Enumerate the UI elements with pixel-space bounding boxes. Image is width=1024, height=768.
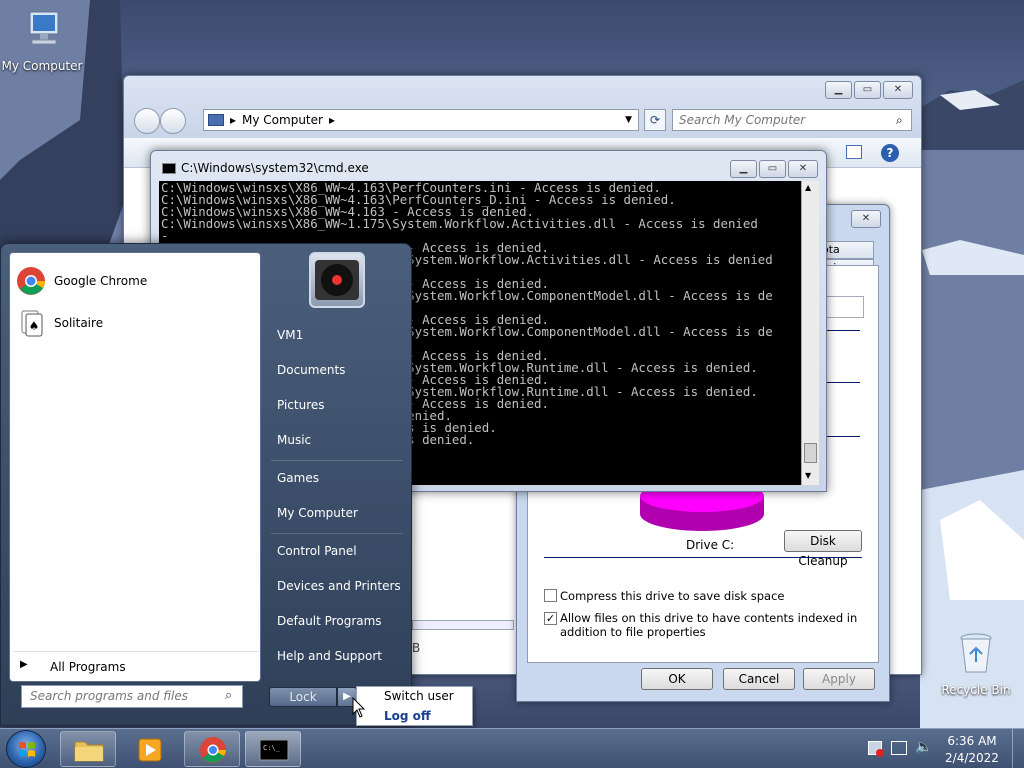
search-icon: ⌕ <box>225 688 233 703</box>
back-button[interactable] <box>134 108 160 134</box>
minimize-button[interactable]: ▁ <box>730 160 757 178</box>
cmd-icon: C:\_ <box>259 739 289 761</box>
refresh-icon[interactable]: ⟳ <box>644 109 666 131</box>
breadcrumb-my-computer[interactable]: My Computer <box>242 113 323 127</box>
clock-date[interactable]: 2/4/2022 <box>942 751 1002 765</box>
start-item-documents[interactable]: Documents <box>277 363 345 377</box>
taskbar: C:\_ 🔈 6:36 AM 2/4/2022 <box>0 728 1024 768</box>
start-item-help-and-support[interactable]: Help and Support <box>277 649 382 663</box>
start-item-pictures[interactable]: Pictures <box>277 398 325 412</box>
media-player-icon <box>138 738 162 762</box>
drive-label: Drive C: <box>686 538 735 552</box>
compress-checkbox[interactable] <box>544 589 557 602</box>
menu-item-switch-user[interactable]: Switch user <box>384 689 454 703</box>
search-icon: ⌕ <box>896 113 903 127</box>
console-line: C:\Windows\winsxs\X86_WW~1.175\System.Wo… <box>161 216 758 231</box>
show-desktop-button[interactable] <box>1012 729 1024 768</box>
user-picture[interactable] <box>309 252 365 308</box>
windows-logo-icon <box>19 742 35 757</box>
breadcrumb-chevron-icon: ▸ <box>230 113 237 127</box>
clock-time[interactable]: 6:36 AM <box>942 734 1002 748</box>
taskbar-cmd[interactable]: C:\_ <box>245 731 301 767</box>
power-submenu: Switch user Log off <box>356 686 473 726</box>
pinned-label: Solitaire <box>54 316 104 330</box>
taskbar-media-player[interactable] <box>121 731 177 767</box>
taskbar-explorer[interactable] <box>60 731 116 767</box>
start-menu: Google Chrome ♠ Solitaire ▶ All Programs… <box>0 243 412 726</box>
solitaire-icon: ♠ <box>21 310 43 337</box>
start-item-games[interactable]: Games <box>277 471 319 485</box>
taskbar-chrome[interactable] <box>184 731 240 767</box>
cmd-icon <box>162 163 176 174</box>
preview-pane-icon[interactable] <box>846 145 862 159</box>
recycle-bin-icon <box>960 633 992 673</box>
start-item-default-programs[interactable]: Default Programs <box>277 614 382 628</box>
lock-button[interactable]: Lock <box>269 687 337 707</box>
start-item-music[interactable]: Music <box>277 433 311 447</box>
forward-button[interactable] <box>160 108 186 134</box>
disk-cleanup-button[interactable]: Disk Cleanup <box>784 530 862 568</box>
address-bar[interactable]: ▸ My Computer ▸ ▼ <box>203 109 639 131</box>
close-button[interactable]: ✕ <box>883 81 913 99</box>
all-programs-arrow-icon: ▶ <box>20 659 28 670</box>
cancel-button[interactable]: Cancel <box>723 668 795 690</box>
minimize-button[interactable]: ▁ <box>825 81 852 99</box>
start-item-devices-and-printers[interactable]: Devices and Printers <box>277 579 401 593</box>
computer-icon <box>208 114 224 126</box>
index-checkbox[interactable]: ✓ <box>544 612 557 625</box>
close-button[interactable]: ✕ <box>851 210 881 228</box>
pinned-label: Google Chrome <box>54 274 148 288</box>
menu-item-log-off[interactable]: Log off <box>384 709 431 723</box>
network-icon[interactable] <box>891 741 907 755</box>
volume-icon[interactable]: 🔈 <box>915 739 932 755</box>
folder-icon <box>74 741 104 762</box>
drive-size-text: B <box>412 641 421 655</box>
start-item-control-panel[interactable]: Control Panel <box>277 544 357 558</box>
address-dropdown-icon[interactable]: ▼ <box>625 115 632 125</box>
desktop-icon-my-computer[interactable]: My Computer <box>0 8 84 73</box>
svg-text:C:\_: C:\_ <box>263 744 281 752</box>
breadcrumb-chevron-icon: ▸ <box>328 113 335 127</box>
chrome-icon <box>200 737 226 763</box>
close-button[interactable]: ✕ <box>788 160 818 178</box>
desktop-icon-label: Recycle Bin <box>941 683 1011 697</box>
scrollbar-thumb[interactable] <box>804 443 817 463</box>
desktop-icon-recycle-bin[interactable]: Recycle Bin <box>934 630 1018 697</box>
maximize-button[interactable]: ▭ <box>854 81 881 99</box>
mouse-cursor-icon <box>352 697 366 718</box>
computer-icon <box>29 11 59 45</box>
svg-text:♠: ♠ <box>29 319 40 333</box>
label-field[interactable] <box>824 296 864 318</box>
apply-button[interactable]: Apply <box>803 668 875 690</box>
cmd-title: C:\Windows\system32\cmd.exe <box>181 161 369 175</box>
maximize-button[interactable]: ▭ <box>759 160 786 178</box>
console-scrollbar[interactable]: ▲ ▼ <box>801 181 819 485</box>
start-button[interactable] <box>6 730 46 768</box>
drive-usage-bar <box>412 620 514 630</box>
pinned-solitaire[interactable]: ♠ Solitaire <box>16 305 256 341</box>
chrome-icon <box>17 267 45 295</box>
compress-label: Compress this drive to save disk space <box>560 589 785 603</box>
turntable-icon <box>315 260 359 300</box>
search-input[interactable]: Search My Computer <box>672 109 912 131</box>
index-label: Allow files on this drive to have conten… <box>560 611 858 639</box>
ok-button[interactable]: OK <box>641 668 713 690</box>
help-icon[interactable]: ? <box>881 144 899 162</box>
start-item-my-computer[interactable]: My Computer <box>277 506 358 520</box>
start-menu-programs: Google Chrome ♠ Solitaire ▶ All Programs <box>9 252 261 682</box>
start-search-input[interactable]: Search programs and files <box>21 685 243 708</box>
start-item-vm1[interactable]: VM1 <box>277 328 303 342</box>
all-programs-link[interactable]: All Programs <box>50 660 126 674</box>
pinned-google-chrome[interactable]: Google Chrome <box>16 263 256 299</box>
action-center-icon[interactable] <box>868 741 884 757</box>
desktop-icon-label: My Computer <box>1 59 83 73</box>
